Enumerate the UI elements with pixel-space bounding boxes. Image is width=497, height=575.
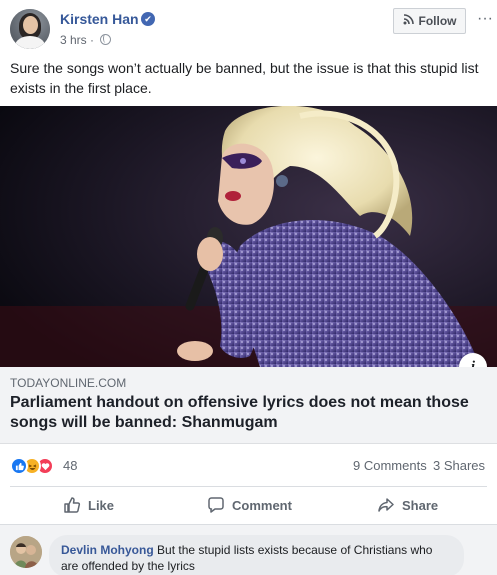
comment-bubble: Devlin Mohyong But the stupid lists exis… bbox=[49, 535, 464, 575]
meta-separator: · bbox=[90, 33, 95, 47]
like-button[interactable]: Like bbox=[63, 487, 114, 523]
post-stats: 48 9 Comments 3 Shares bbox=[0, 444, 497, 484]
post-options-icon[interactable]: ··· bbox=[476, 8, 494, 34]
comment-author[interactable]: Devlin Mohyong bbox=[61, 543, 154, 557]
link-domain: TODAYONLINE.COM bbox=[10, 376, 127, 390]
follow-button[interactable]: Follow bbox=[393, 8, 466, 34]
comments-count[interactable]: 9 Comments bbox=[353, 458, 427, 473]
follow-label: Follow bbox=[418, 14, 457, 28]
reaction-icons[interactable] bbox=[10, 457, 54, 475]
like-label: Like bbox=[88, 497, 115, 513]
author-avatar[interactable] bbox=[10, 9, 50, 49]
commenter-avatar[interactable] bbox=[10, 536, 42, 568]
reaction-count[interactable]: 48 bbox=[63, 458, 77, 473]
author-name[interactable]: Kirsten Han bbox=[60, 11, 139, 27]
post-timestamp[interactable]: 3 hrs bbox=[60, 33, 87, 47]
share-button[interactable]: Share bbox=[377, 487, 438, 523]
globe-icon bbox=[100, 34, 112, 45]
comment-icon bbox=[207, 496, 225, 514]
verified-badge-icon: ✔ bbox=[141, 12, 155, 26]
comments-section: Devlin Mohyong But the stupid lists exis… bbox=[0, 525, 497, 575]
like-reaction-icon bbox=[10, 457, 28, 475]
rss-icon bbox=[403, 14, 414, 28]
link-preview-image[interactable] bbox=[0, 106, 497, 367]
post-text: Sure the songs won’t actually be banned,… bbox=[10, 60, 479, 96]
link-preview-box[interactable]: TODAYONLINE.COM Parliament handout on of… bbox=[0, 367, 497, 444]
comment-button[interactable]: Comment bbox=[207, 487, 292, 523]
post-header: Kirsten Han ✔ 3 hrs · Follow ··· bbox=[0, 0, 497, 58]
post-meta: 3 hrs · bbox=[60, 33, 112, 47]
share-icon bbox=[377, 496, 395, 514]
comment-label: Comment bbox=[232, 497, 292, 513]
thumbs-up-icon bbox=[63, 496, 81, 514]
shares-count[interactable]: 3 Shares bbox=[433, 458, 485, 473]
post-actions: Like Comment Share bbox=[0, 487, 497, 523]
share-label: Share bbox=[402, 497, 439, 513]
link-headline[interactable]: Parliament handout on offensive lyrics d… bbox=[10, 393, 490, 433]
